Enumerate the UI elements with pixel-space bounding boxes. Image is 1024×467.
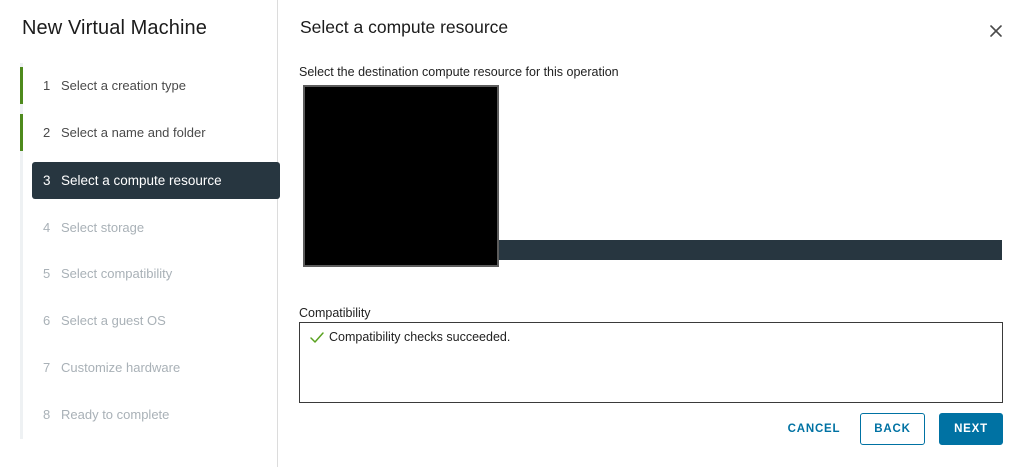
back-button[interactable]: BACK xyxy=(860,413,925,445)
compatibility-label: Compatibility xyxy=(299,306,371,320)
page-title: Select a compute resource xyxy=(300,17,509,37)
compatibility-message: Compatibility checks succeeded. xyxy=(309,330,510,344)
wizard-step-nav: New Virtual Machine 1 Select a creation … xyxy=(0,0,281,467)
compatibility-panel: Compatibility checks succeeded. xyxy=(299,322,1003,403)
step-label: Select a guest OS xyxy=(61,313,166,328)
instruction-text: Select the destination compute resource … xyxy=(299,65,619,79)
wizard-content: Select a compute resource Select the des… xyxy=(278,0,1024,467)
step-number: 5 xyxy=(43,266,51,281)
step-number: 3 xyxy=(43,173,51,188)
step-number: 2 xyxy=(43,125,51,140)
close-button[interactable] xyxy=(987,22,1005,40)
step-label: Select a name and folder xyxy=(61,125,206,140)
step-number: 8 xyxy=(43,407,51,422)
compute-resource-tree[interactable] xyxy=(299,84,1003,270)
step-label: Customize hardware xyxy=(61,360,181,375)
step-label: Ready to complete xyxy=(61,407,170,422)
redacted-region xyxy=(303,85,499,267)
step-select-compute-resource[interactable]: 3 Select a compute resource xyxy=(32,162,280,199)
step-select-creation-type[interactable]: 1 Select a creation type xyxy=(20,67,281,104)
next-button[interactable]: NEXT xyxy=(939,413,1003,445)
step-select-storage: 4 Select storage xyxy=(20,209,281,246)
step-ready-to-complete: 8 Ready to complete xyxy=(20,396,281,433)
cancel-button[interactable]: CANCEL xyxy=(780,413,848,445)
scrollbar-track[interactable] xyxy=(1019,0,1024,467)
step-number: 7 xyxy=(43,360,51,375)
step-number: 4 xyxy=(43,220,51,235)
step-label: Select a compute resource xyxy=(61,173,222,188)
checkmark-icon xyxy=(310,332,324,343)
step-list: 1 Select a creation type 2 Select a name… xyxy=(20,63,281,439)
step-label: Select compatibility xyxy=(61,266,173,281)
compatibility-message-text: Compatibility checks succeeded. xyxy=(329,330,511,344)
step-number: 1 xyxy=(43,78,51,93)
close-icon xyxy=(990,25,1002,37)
step-select-name-and-folder[interactable]: 2 Select a name and folder xyxy=(20,114,281,151)
new-vm-wizard: New Virtual Machine 1 Select a creation … xyxy=(0,0,1024,467)
selected-resource-row[interactable] xyxy=(497,240,1002,260)
step-select-compatibility: 5 Select compatibility xyxy=(20,255,281,292)
step-select-guest-os: 6 Select a guest OS xyxy=(20,302,281,339)
step-label: Select storage xyxy=(61,220,145,235)
step-label: Select a creation type xyxy=(61,78,187,93)
step-customize-hardware: 7 Customize hardware xyxy=(20,349,281,386)
wizard-title: New Virtual Machine xyxy=(22,17,207,39)
step-number: 6 xyxy=(43,313,51,328)
